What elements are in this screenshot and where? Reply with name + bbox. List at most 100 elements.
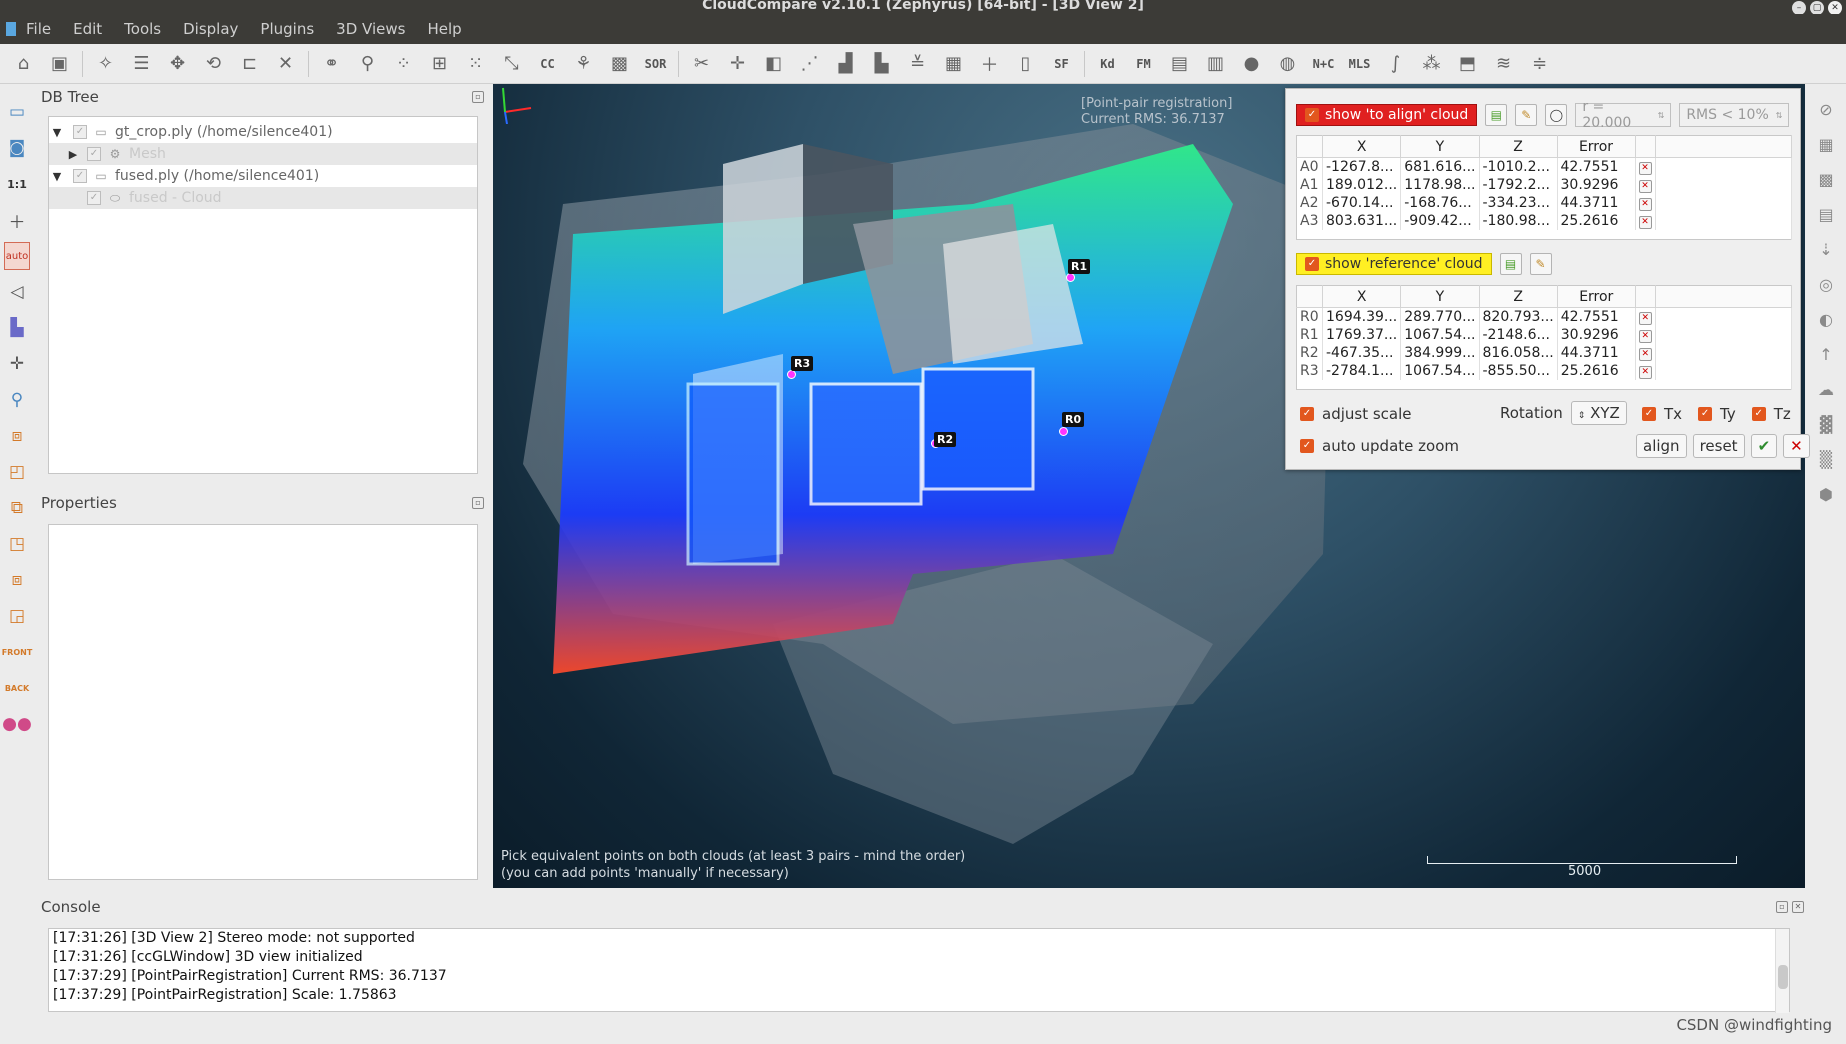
show-align-cloud-toggle[interactable]: ✓ show 'to align' cloud <box>1296 104 1478 126</box>
delete-point-icon[interactable]: ✕ <box>1638 198 1652 211</box>
view-front-button[interactable]: FRONT <box>2 638 33 666</box>
add-sf-icon[interactable]: ＋ <box>976 50 1003 77</box>
scalar-max-icon[interactable]: ≚ <box>904 50 931 77</box>
filter-icon[interactable]: ⤡ <box>498 50 525 77</box>
view-back-button[interactable]: BACK <box>4 674 30 702</box>
visibility-checkbox[interactable]: ✓ <box>73 169 87 183</box>
align-checkbox[interactable]: ✓ <box>1305 108 1319 122</box>
menu-edit[interactable]: Edit <box>73 20 102 38</box>
rotation-select[interactable]: ⇕ XYZ <box>1570 401 1627 425</box>
point-marker[interactable] <box>1066 273 1075 282</box>
stats-icon[interactable]: ▙ <box>868 50 895 77</box>
table-row[interactable]: A3 803.631... -909.42... -180.98... 25.2… <box>1296 211 1792 230</box>
view-bottom-icon[interactable]: ⧈ <box>4 566 30 594</box>
image-icon[interactable]: ▩ <box>1813 166 1839 192</box>
radius-spinbox[interactable]: r = 20.000 ⇅ <box>1575 99 1672 131</box>
nc-icon[interactable]: N+C <box>1310 50 1337 77</box>
save-icon[interactable]: ▣ <box>46 50 73 77</box>
align-icon[interactable]: ⚲ <box>354 50 381 77</box>
fm-icon[interactable]: FM <box>1130 50 1157 77</box>
plane-icon[interactable]: ◧ <box>760 50 787 77</box>
cloud-layers-icon[interactable]: ▓ <box>1813 411 1839 437</box>
visibility-checkbox[interactable]: ✓ <box>87 191 101 205</box>
delete-point-icon[interactable]: ✕ <box>1638 162 1652 176</box>
globe-icon[interactable]: ◍ <box>1274 50 1301 77</box>
segment-icon[interactable]: ⊏ <box>236 50 263 77</box>
console-float-icon[interactable]: ▫ <box>1776 901 1788 913</box>
tz-checkbox[interactable]: ✓ <box>1751 407 1766 421</box>
expand-arrow-icon[interactable]: ▶ <box>65 148 81 161</box>
merge-icon[interactable]: ⚭ <box>318 50 345 77</box>
scalar-field-icon[interactable]: SF <box>1048 50 1075 77</box>
minimize-icon[interactable]: – <box>1792 1 1806 15</box>
menu-3d-views[interactable]: 3D Views <box>336 20 405 38</box>
histogram-icon[interactable]: ▟ <box>832 50 859 77</box>
north-icon[interactable]: ↑ <box>1813 341 1839 367</box>
reset-button[interactable]: reset <box>1692 434 1745 458</box>
hexagon-icon[interactable]: ⬢ <box>1813 481 1839 507</box>
hpr-icon[interactable]: ☁ <box>1813 376 1839 402</box>
fill-icon[interactable]: ⚘ <box>570 50 597 77</box>
cut-icon[interactable]: ✂ <box>688 50 715 77</box>
move-icon[interactable]: ✛ <box>724 50 751 77</box>
volume-icon[interactable]: ⬒ <box>1454 50 1481 77</box>
cdl-icon[interactable]: ▦ <box>1813 131 1839 157</box>
delete-point-icon[interactable]: ✕ <box>1638 366 1652 379</box>
table-row[interactable]: A1 189.012... 1178.98... -1792.2... 30.9… <box>1296 175 1792 194</box>
delete-point-icon[interactable]: ✕ <box>1638 180 1652 193</box>
reference-points-table[interactable]: X Y Z Error R0 1694.39... 289.770... 820… <box>1296 285 1793 390</box>
align-edit-icon[interactable]: ✎ <box>1515 104 1538 126</box>
delete-point-icon[interactable]: ✕ <box>1638 216 1652 229</box>
show-reference-cloud-toggle[interactable]: ✓ show 'reference' cloud <box>1296 253 1492 275</box>
auto-pivot-button[interactable]: auto <box>4 242 30 270</box>
section-icon[interactable]: ∫ <box>1382 50 1409 77</box>
validate-icon[interactable]: ✔ <box>1750 434 1778 458</box>
reference-checkbox[interactable]: ✓ <box>1305 257 1319 271</box>
remove-sf-icon[interactable]: ▯ <box>1012 50 1039 77</box>
rgb-icon[interactable]: ▒ <box>1813 446 1839 472</box>
plugin-icon[interactable]: ▤ <box>1166 50 1193 77</box>
close-icon[interactable]: ✕ <box>1828 1 1842 15</box>
film-icon[interactable]: ▤ <box>1813 201 1839 227</box>
tree-item[interactable]: ✓ ⬭ fused - Cloud <box>49 187 477 209</box>
noise-icon[interactable]: ⁙ <box>462 50 489 77</box>
reference-list-icon[interactable]: ▤ <box>1499 253 1522 275</box>
open-icon[interactable]: ⌂ <box>10 50 37 77</box>
checkerboard-icon[interactable]: ▩ <box>606 50 633 77</box>
expand-arrow-icon[interactable]: ▼ <box>49 126 65 139</box>
pick-rotation-center-icon[interactable]: ✧ <box>92 50 119 77</box>
delete-icon[interactable]: ✕ <box>272 50 299 77</box>
table-row[interactable]: R3 -2784.1... 1067.54... -855.50... 25.2… <box>1296 361 1793 380</box>
cancel-icon[interactable]: ✕ <box>1783 434 1810 458</box>
console-close-icon[interactable]: ✕ <box>1792 901 1804 913</box>
pivot-icon[interactable]: ＋ <box>4 206 30 234</box>
sphere-toggle-icon[interactable]: ◯ <box>1545 104 1568 126</box>
canupo-classify-icon[interactable]: ≑ <box>1526 50 1553 77</box>
tree-item[interactable]: ▼ ✓ ▭ gt_crop.ply (/home/silence401) <box>49 121 477 143</box>
normals-icon[interactable]: ⋰ <box>796 50 823 77</box>
table-row[interactable]: R2 -467.35... 384.999... 816.058... 44.3… <box>1296 343 1793 362</box>
view-right-icon[interactable]: ◳ <box>4 530 30 558</box>
connected-components-icon[interactable]: CC <box>534 50 561 77</box>
point-marker[interactable] <box>1059 427 1068 436</box>
probe-icon[interactable]: ⇣ <box>1813 236 1839 262</box>
db-tree-float-icon[interactable]: ▫ <box>472 91 484 103</box>
mls-icon[interactable]: MLS <box>1346 50 1373 77</box>
ty-checkbox[interactable]: ✓ <box>1698 407 1713 421</box>
view-top-icon[interactable]: ⧈ <box>4 422 30 450</box>
canupo-create-icon[interactable]: ≋ <box>1490 50 1517 77</box>
view-iso2-icon[interactable]: ◲ <box>4 602 30 630</box>
stereo-icon[interactable]: ●● <box>2 710 32 738</box>
menu-file[interactable]: File <box>26 20 51 38</box>
sor-filter-icon[interactable]: SOR <box>642 50 669 77</box>
align-points-table[interactable]: X Y Z Error A0 -1267.8... 681.616... -10… <box>1296 135 1792 240</box>
compass-icon[interactable]: ◎ <box>1813 271 1839 297</box>
table-row[interactable]: A0 -1267.8... 681.616... -1010.2... 42.7… <box>1296 157 1792 176</box>
layer-icon[interactable]: ◐ <box>1813 306 1839 332</box>
menu-tools[interactable]: Tools <box>124 20 161 38</box>
grid-icon[interactable]: ▦ <box>940 50 967 77</box>
sphere-icon[interactable]: ● <box>1238 50 1265 77</box>
sample-icon[interactable]: ⁘ <box>390 50 417 77</box>
table-row[interactable]: R0 1694.39... 289.770... 820.793... 42.7… <box>1296 307 1793 326</box>
delete-point-icon[interactable]: ✕ <box>1638 330 1652 343</box>
